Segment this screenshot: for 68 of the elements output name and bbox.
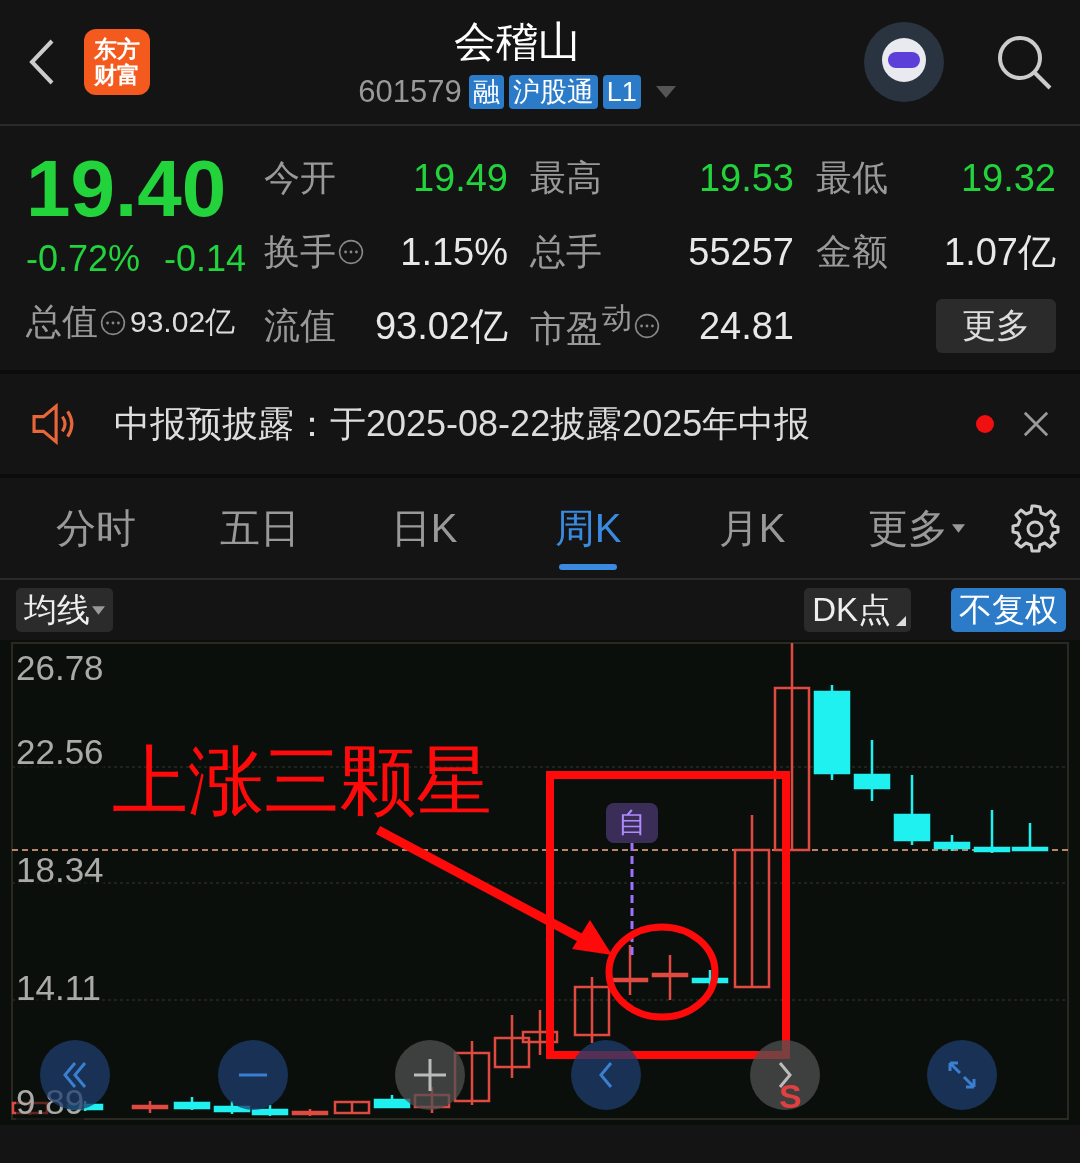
stat-label: 金额	[816, 229, 888, 274]
minus-icon	[238, 1073, 268, 1077]
candlestick	[333, 1100, 371, 1115]
candlestick	[893, 775, 931, 845]
more-button[interactable]: 更多	[936, 299, 1056, 353]
period-tab[interactable]: 更多	[834, 478, 998, 578]
stock-code: 601579	[358, 74, 462, 110]
stat-value: 19.53	[698, 156, 794, 200]
plus-icon	[413, 1058, 447, 1092]
candlestick	[493, 1015, 531, 1078]
candlestick	[173, 1097, 211, 1110]
adjust-button[interactable]: 不复权	[951, 588, 1066, 632]
stat-value: 19.32	[960, 156, 1056, 200]
stat-label: 今开	[264, 155, 336, 200]
stat-label: 总手	[530, 229, 602, 274]
stat-label: 最低	[816, 155, 888, 200]
dk-point-button[interactable]: DK点	[804, 588, 911, 632]
settings-icon[interactable]	[1010, 503, 1060, 553]
change-percent: -0.72%	[26, 238, 141, 280]
marker-tag: 自	[606, 803, 658, 843]
stock-tag: 沪股通	[508, 75, 598, 109]
sell-marker: S	[779, 1078, 802, 1114]
stat-label: 总值	[26, 300, 98, 344]
candlestick	[573, 977, 611, 1043]
candlestick	[651, 955, 689, 1000]
period-tab[interactable]: 月K	[670, 478, 834, 578]
stat-value: 24.81	[698, 304, 794, 348]
close-icon[interactable]	[1022, 410, 1050, 438]
stat-value: 55257	[688, 230, 794, 274]
stat-value: 93.02亿	[374, 303, 508, 349]
robot-avatar-icon[interactable]	[864, 22, 944, 102]
expand-icon	[948, 1061, 976, 1089]
caret-icon[interactable]	[655, 86, 676, 98]
stat-value: 1.15%	[400, 230, 508, 274]
chevron-left-icon	[599, 1061, 613, 1089]
period-tab[interactable]: 分时	[14, 478, 178, 578]
caret-icon	[92, 605, 105, 615]
stock-name: 会稽山	[454, 17, 580, 67]
notice-text[interactable]: 中报预披露：于2025-08-22披露2025年中报	[114, 399, 976, 449]
stat-label: 换手	[264, 229, 336, 274]
stock-tag: 融	[468, 75, 504, 109]
double-chevron-icon	[63, 1061, 87, 1089]
indicator-dropdown[interactable]: 均线	[16, 588, 113, 632]
period-tab[interactable]: 日K	[342, 478, 506, 578]
candlestick	[611, 945, 649, 995]
more-info-icon[interactable]	[338, 239, 364, 265]
app-logo: 东方 财富	[84, 29, 150, 95]
last-price: 19.40	[26, 144, 228, 234]
period-tab[interactable]: 周K	[506, 478, 670, 578]
period-tab[interactable]: 五日	[178, 478, 342, 578]
change-amount: -0.14	[164, 238, 247, 280]
candlestick	[933, 835, 971, 851]
more-info-icon[interactable]	[100, 309, 126, 336]
more-info-icon[interactable]	[634, 313, 660, 339]
stat-label: 最高	[530, 155, 602, 200]
stat-value: 1.07亿	[944, 229, 1056, 275]
candlestick	[291, 1109, 329, 1116]
stock-tag: L1	[602, 75, 641, 109]
candlestick	[131, 1101, 169, 1113]
candlestick	[521, 1010, 559, 1055]
stat-label: 市盈$^{动}$	[530, 300, 632, 351]
candlestick	[853, 740, 891, 801]
stat-label: 流值	[264, 303, 336, 348]
stat-value: 93.02亿	[130, 304, 236, 340]
corner-triangle-icon	[896, 616, 906, 626]
annotation-text: 上涨三颗星	[112, 737, 492, 825]
stat-value: 19.49	[412, 156, 508, 200]
caret-icon	[951, 523, 965, 533]
